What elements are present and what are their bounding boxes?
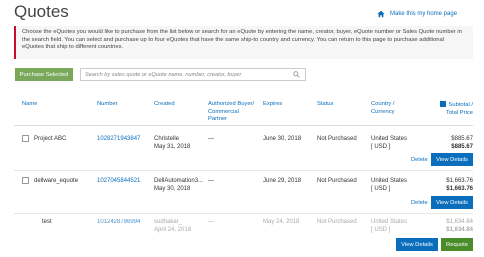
quote-number-link[interactable]: 1012428786994 [97,218,140,226]
created-date: April 24, 2018 [154,227,192,234]
row-divider [14,170,473,171]
requote-button[interactable]: Requote [441,238,473,251]
search-icon[interactable] [293,71,300,78]
column-header-buyer[interactable]: Authorized Buyer/ Commercial Partner [208,101,254,124]
instructions-notice: Choose the eQuotes you would like to pur… [14,26,473,59]
total-price: $1,663.76 [446,186,473,193]
created-by: DellAutomation3... [154,178,204,184]
column-header-expires[interactable]: Expires [263,101,282,109]
status-cell: Not Purchased [317,219,357,225]
country-header-line1: Country / [371,101,395,107]
quote-name: dellware_equote [34,178,79,184]
purchase-selected-button[interactable]: Purchase Selected [15,68,73,81]
header-divider [14,125,473,126]
buyer-header-line2: Commercial [208,108,239,115]
total-price: $1,634.84 [446,227,473,234]
price-cell: $1,663.76 $1,663.76 [426,177,473,193]
row-checkbox[interactable] [22,177,29,184]
delete-link[interactable]: Delete [411,200,428,206]
home-link-label: Make this my home page [390,11,458,17]
quote-number-link[interactable]: 1027045844521 [97,177,140,185]
quote-name: Project ABC [34,136,67,142]
status-cell: Not Purchased [317,136,357,142]
country-header-line2: Currency [371,108,395,115]
column-header-status[interactable]: Status [317,101,333,109]
created-cell: DellAutomation3... May 30, 2018 [154,177,203,193]
country: United States [371,136,408,142]
price-cell: $1,634.84 $1,634.84 [426,218,473,234]
make-home-page-link[interactable]: Make this my home page [377,10,457,18]
total-price: $885.67 [451,144,473,151]
view-details-button[interactable]: View Details [431,196,473,209]
currency: [ USD ] [371,186,391,193]
created-by: Christelle [154,136,180,142]
column-header-number[interactable]: Number [97,101,118,109]
page-title: Quotes [14,2,69,21]
home-icon [377,10,385,18]
subtotal-header-line1: Subtotal / [448,102,474,108]
subtotal-header-line2: Total Price [445,109,473,116]
price-cell: $885.67 $885.67 [426,135,473,151]
created-cell: Christelle May 31, 2018 [154,135,190,151]
subtotal: $1,663.76 [446,178,473,184]
created-by: sudhakar_ [154,219,183,225]
sort-icon [439,101,446,107]
expires-cell: June 30, 2018 [263,136,302,142]
country-cell: United States [ USD ] [371,177,407,193]
currency: [ USD ] [371,227,391,234]
delete-link[interactable]: Delete [411,157,428,163]
country: United States [371,178,408,184]
expires-cell: May 24, 2018 [263,219,300,225]
quote-number-link[interactable]: 1028271943847 [97,135,140,143]
country: United States [371,219,408,225]
created-date: May 31, 2018 [154,144,191,151]
buyer-cell: — [208,178,214,184]
buyer-header-line1: Authorized Buyer/ [208,101,255,107]
status-cell: Not Purchased [317,178,357,184]
column-header-created[interactable]: Created [154,101,175,109]
subtotal: $885.67 [451,136,473,142]
country-cell: United States [ USD ] [371,218,407,234]
search-placeholder: Search by sales quote or eQuote name, nu… [85,71,242,78]
quote-name: test [42,219,52,225]
currency: [ USD ] [371,144,391,151]
subtotal: $1,634.84 [446,219,473,225]
search-input[interactable]: Search by sales quote or eQuote name, nu… [80,68,306,81]
expires-cell: June 29, 2018 [263,178,302,184]
view-details-button[interactable]: View Details [431,153,473,166]
view-details-button[interactable]: View Details [396,238,438,251]
buyer-cell: — [208,136,214,142]
row-checkbox[interactable] [22,135,29,142]
created-cell: sudhakar_ April 24, 2018 [154,218,191,234]
column-header-name[interactable]: Name [22,101,37,109]
country-cell: United States [ USD ] [371,135,407,151]
buyer-header-line3: Partner [208,116,228,123]
created-date: May 30, 2018 [154,186,191,193]
row-divider [14,213,473,214]
column-header-subtotal[interactable]: Subtotal / Total Price [426,101,473,117]
buyer-cell: — [208,219,214,225]
column-header-country[interactable]: Country / Currency [371,101,395,116]
